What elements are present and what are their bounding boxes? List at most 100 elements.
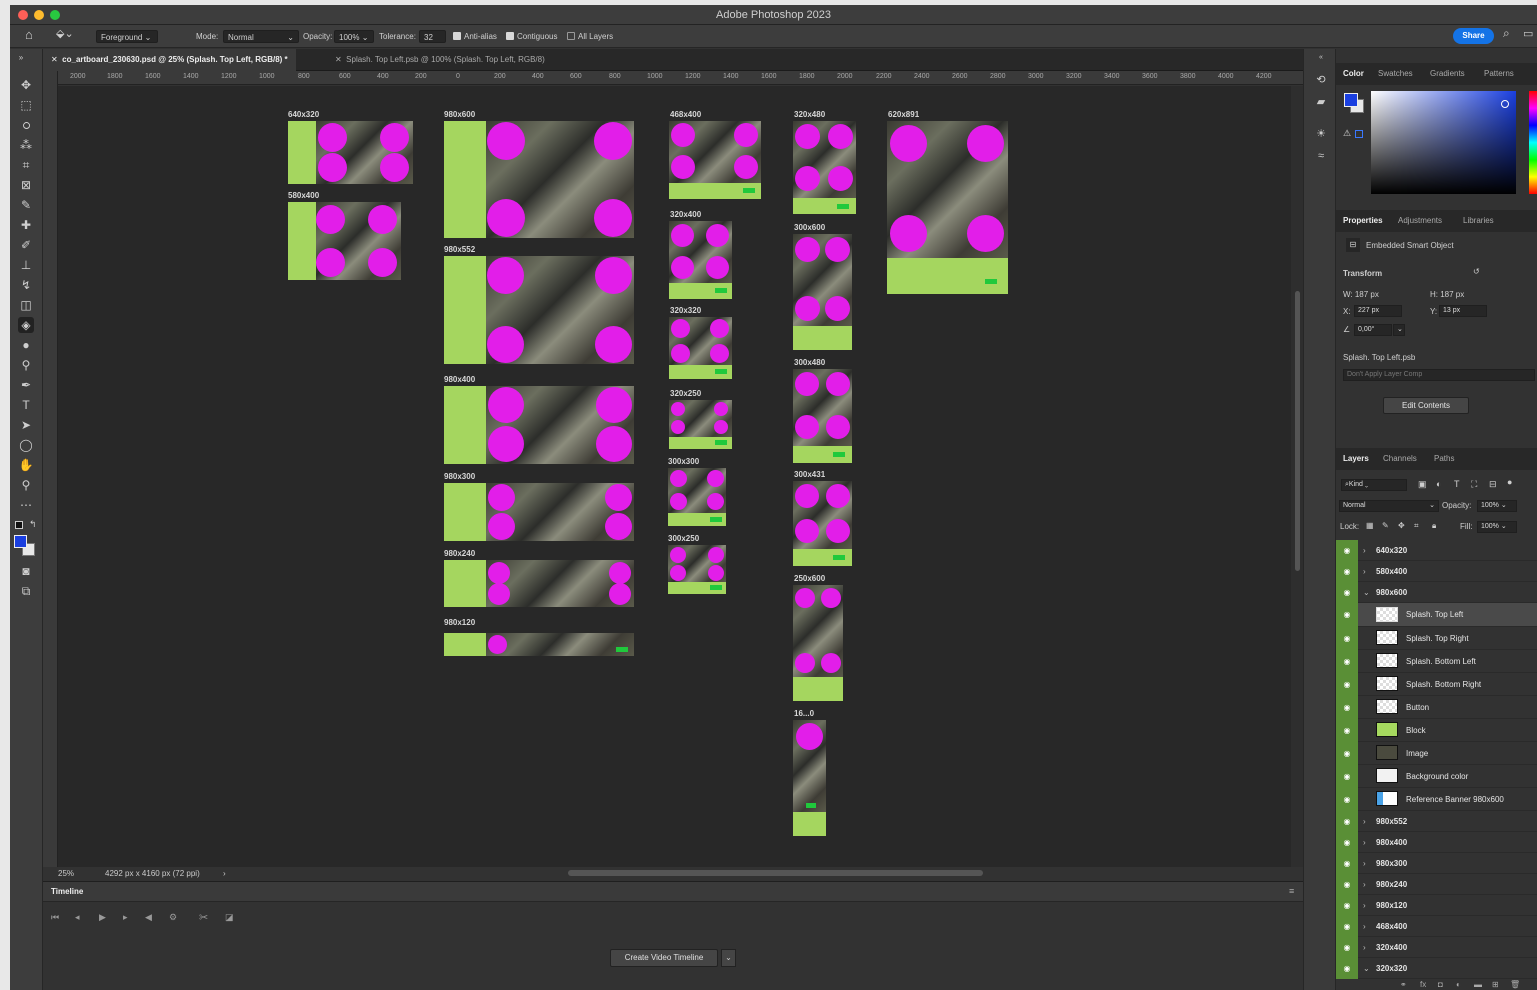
scissors-icon[interactable]: ✂ <box>199 911 208 924</box>
next-frame-icon[interactable]: ▸ <box>123 912 128 923</box>
color-picker-marker[interactable] <box>1501 100 1509 108</box>
clone-stamp-tool-icon[interactable]: ⊥ <box>18 257 34 273</box>
artboard-468x400[interactable] <box>669 121 761 199</box>
blur-tool-icon[interactable]: ● <box>18 337 34 353</box>
artboard-980x552[interactable] <box>444 256 634 364</box>
chevron-right-icon[interactable]: › <box>1363 561 1366 582</box>
visibility-eye-icon[interactable]: ◉ <box>1336 742 1358 765</box>
document-canvas[interactable]: 640x320 580x400 980x600 980x552 980x400 … <box>58 86 1291 867</box>
visibility-eye-icon[interactable]: ◉ <box>1336 603 1358 627</box>
height-value[interactable]: H: 187 px <box>1430 290 1464 299</box>
chevron-right-icon[interactable]: › <box>1363 853 1366 874</box>
vertical-scrollbar[interactable] <box>1291 86 1303 867</box>
collapse-panels-icon[interactable]: « <box>1314 51 1328 65</box>
visibility-eye-icon[interactable]: ◉ <box>1336 765 1358 788</box>
layer-comp-select[interactable]: Don't Apply Layer Comp <box>1343 369 1535 381</box>
artboard-label[interactable]: 980x600 <box>444 110 475 119</box>
crop-tool-icon[interactable]: ⌗ <box>18 157 34 173</box>
transition-icon[interactable]: ◪ <box>225 912 234 923</box>
artboard-label[interactable]: 320x250 <box>670 389 701 398</box>
fill-source-select[interactable]: Foreground ⌄ <box>96 30 158 43</box>
layer-splash-top-left[interactable]: ◉ Splash. Top Left <box>1336 603 1537 627</box>
chevron-right-icon[interactable]: › <box>1363 916 1366 937</box>
chevron-right-icon[interactable]: › <box>223 869 226 878</box>
artboard-980x240[interactable] <box>444 560 634 607</box>
visibility-eye-icon[interactable]: ◉ <box>1336 696 1358 719</box>
chevron-down-icon[interactable]: ⌄ <box>1363 958 1370 979</box>
tolerance-field[interactable]: 32 <box>419 30 446 43</box>
tab-gradients[interactable]: Gradients <box>1430 63 1465 85</box>
eraser-tool-icon[interactable]: ◫ <box>18 297 34 313</box>
tab-splash-top-left[interactable]: ✕ Splash. Top Left.psb @ 100% (Splash. T… <box>327 49 553 71</box>
gamut-warning-icon[interactable]: ⚠ <box>1343 128 1351 139</box>
layer-opacity-field[interactable]: 100% ⌄ <box>1477 500 1517 512</box>
artboard-label[interactable]: 300x480 <box>794 358 825 367</box>
artboard-label[interactable]: 980x400 <box>444 375 475 384</box>
artboard-label[interactable]: 980x300 <box>444 472 475 481</box>
layer-background-color[interactable]: ◉ Background color <box>1336 765 1537 788</box>
adjustments-icon[interactable]: ≈ <box>1314 149 1328 163</box>
fill-field[interactable]: 100% ⌄ <box>1477 521 1517 533</box>
artboard-320x400[interactable] <box>669 221 732 299</box>
paint-bucket-preset-icon[interactable]: ⬙⌄ <box>56 28 74 41</box>
lock-all-icon[interactable]: 🔒︎ <box>1432 521 1436 531</box>
quick-mask-icon[interactable]: ◙ <box>18 563 34 579</box>
artboard-label[interactable]: 300x431 <box>794 470 825 479</box>
tab-channels[interactable]: Channels <box>1383 448 1417 470</box>
home-icon[interactable]: ⌂ <box>25 28 33 41</box>
width-value[interactable]: W: 187 px <box>1343 290 1379 299</box>
artboard-label[interactable]: 580x400 <box>288 191 319 200</box>
search-icon[interactable]: ⌕ <box>1503 27 1510 40</box>
visibility-eye-icon[interactable]: ◉ <box>1336 958 1358 979</box>
artboard-label[interactable]: 980x240 <box>444 549 475 558</box>
filter-smart-object-icon[interactable]: ⊟ <box>1489 479 1497 490</box>
visibility-eye-icon[interactable]: ◉ <box>1336 874 1358 895</box>
swap-colors-icon[interactable]: ↰ <box>29 519 37 530</box>
pen-tool-icon[interactable]: ✒ <box>18 377 34 393</box>
chevron-right-icon[interactable]: › <box>1363 937 1366 958</box>
magic-wand-tool-icon[interactable]: ⁂ <box>18 137 34 153</box>
chevron-down-icon[interactable]: ⌄ <box>1393 324 1405 336</box>
workspace-icon[interactable]: ▭ <box>1523 28 1533 41</box>
artboard-label[interactable]: 320x480 <box>794 110 825 119</box>
eyedropper-tool-icon[interactable]: ✎ <box>18 197 34 213</box>
first-frame-icon[interactable]: ⏮ <box>51 912 59 923</box>
chevron-down-icon[interactable]: ⌄ <box>721 949 736 967</box>
artboard-label[interactable]: 300x300 <box>668 457 699 466</box>
angle-field[interactable]: 0,00° <box>1354 324 1392 336</box>
chevron-right-icon[interactable]: › <box>1363 811 1366 832</box>
mode-select[interactable]: Normal ⌄ <box>223 30 299 43</box>
lasso-tool-icon[interactable]: ഠ <box>18 117 34 133</box>
tab-layers[interactable]: Layers <box>1343 448 1369 470</box>
foreground-color-swatch[interactable] <box>14 535 27 548</box>
layer-group-320x400[interactable]: ◉ › 320x400 <box>1336 937 1537 958</box>
share-button[interactable]: Share <box>1453 28 1494 44</box>
artboard-980x120[interactable] <box>444 633 634 656</box>
visibility-eye-icon[interactable]: ◉ <box>1336 719 1358 742</box>
new-group-icon[interactable]: ▬ <box>1474 980 1482 989</box>
tab-patterns[interactable]: Patterns <box>1484 63 1514 85</box>
foreground-color-swatch[interactable] <box>1344 93 1358 107</box>
artboard-label[interactable]: 300x250 <box>668 534 699 543</box>
lock-transparency-icon[interactable]: ▦ <box>1366 521 1374 530</box>
artboard-320x250[interactable] <box>669 400 732 449</box>
chevron-right-icon[interactable]: › <box>1363 832 1366 853</box>
layer-reference-banner[interactable]: ◉ Reference Banner 980x600 <box>1336 788 1537 811</box>
new-layer-icon[interactable]: ⊞ <box>1492 980 1499 989</box>
add-mask-icon[interactable]: ◘ <box>1438 980 1443 989</box>
tab-paths[interactable]: Paths <box>1434 448 1454 470</box>
artboard-320x480[interactable] <box>793 121 856 214</box>
x-position-field[interactable]: 227 px <box>1354 305 1402 317</box>
lock-pixels-icon[interactable]: ✎ <box>1382 521 1389 530</box>
layer-group-980x240[interactable]: ◉ › 980x240 <box>1336 874 1537 895</box>
filter-toggle-icon[interactable]: ● <box>1507 477 1512 487</box>
layer-splash-top-right[interactable]: ◉ Splash. Top Right <box>1336 627 1537 650</box>
layer-block[interactable]: ◉ Block <box>1336 719 1537 742</box>
paint-bucket-tool-icon[interactable]: ◈ <box>18 317 34 333</box>
zoom-tool-icon[interactable]: ⚲ <box>18 477 34 493</box>
layer-group-980x600[interactable]: ◉ ⌄ 980x600 <box>1336 582 1537 603</box>
chevron-right-icon[interactable]: › <box>1363 874 1366 895</box>
artboard-label[interactable]: 620x891 <box>888 110 919 119</box>
default-colors-icon[interactable] <box>15 521 23 529</box>
artboard-label[interactable]: 640x320 <box>288 110 319 119</box>
